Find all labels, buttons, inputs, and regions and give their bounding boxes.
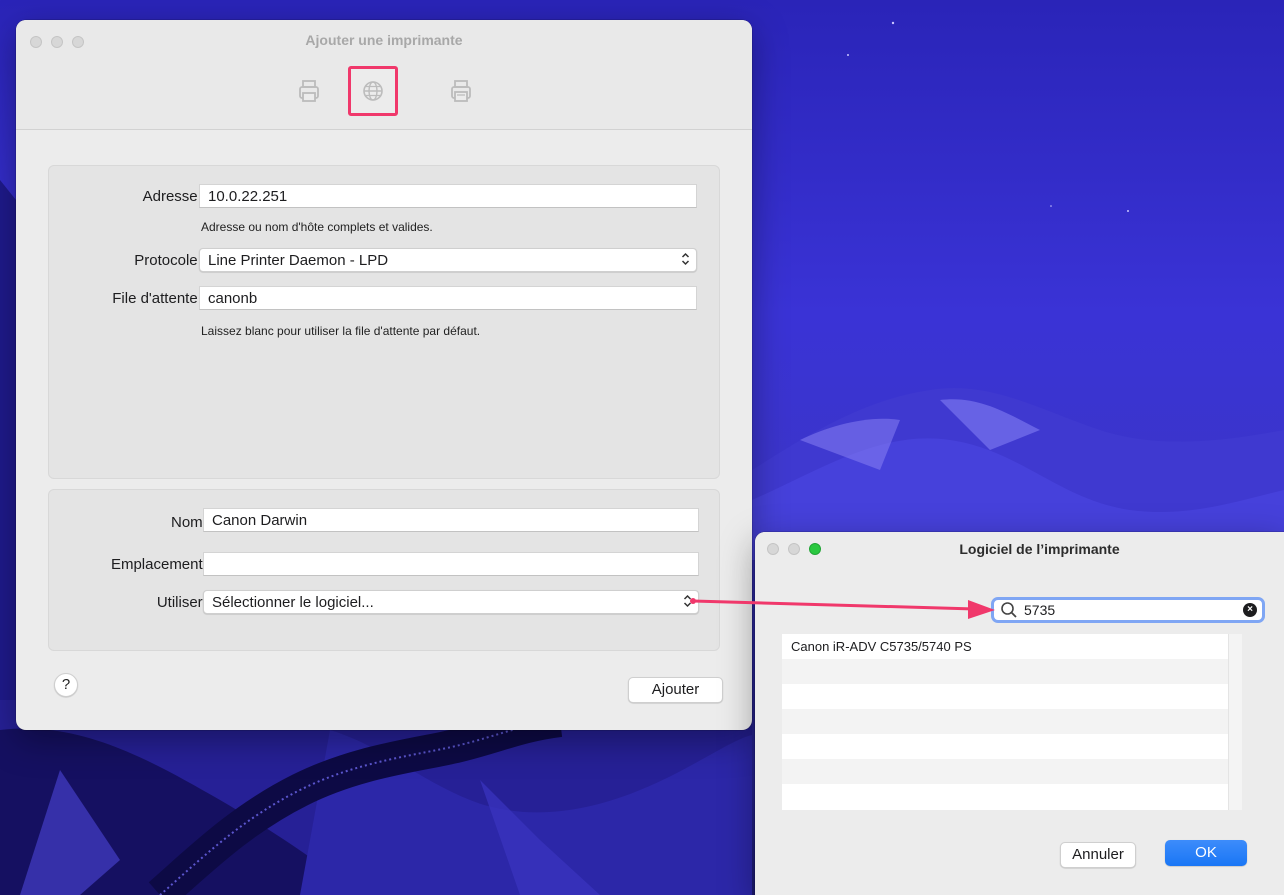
protocol-label: Protocole : <box>134 252 206 269</box>
globe-icon <box>363 81 383 101</box>
protocol-popup[interactable]: Line Printer Daemon - LPD <box>199 248 697 272</box>
queue-hint: Laissez blanc pour utiliser la file d'at… <box>201 324 481 338</box>
printer-software-window: Logiciel de l’imprimante 5735 × Canon iR… <box>755 532 1284 895</box>
search-field[interactable]: 5735 × <box>991 597 1265 623</box>
list-item[interactable] <box>782 684 1242 709</box>
windows-printer-icon <box>451 80 471 102</box>
window-title: Logiciel de l’imprimante <box>959 541 1120 557</box>
address-field[interactable]: 10.0.22.251 <box>199 184 697 208</box>
close-button[interactable] <box>767 543 779 555</box>
ip-printer-tab[interactable] <box>348 66 398 116</box>
list-item[interactable] <box>782 759 1242 784</box>
queue-field[interactable]: canonb <box>199 286 697 310</box>
chevron-updown-icon <box>683 594 692 608</box>
connection-panel: Adresse : 10.0.22.251 Adresse ou nom d'h… <box>48 165 720 479</box>
use-driver-value: Sélectionner le logiciel... <box>212 594 374 611</box>
list-item[interactable] <box>782 734 1242 759</box>
software-list: Canon iR-ADV C5735/5740 PS <box>782 634 1242 810</box>
list-item[interactable] <box>782 659 1242 684</box>
location-field[interactable] <box>203 552 699 576</box>
chevron-updown-icon <box>681 252 690 266</box>
search-value: 5735 <box>1024 602 1056 618</box>
list-scrollbar[interactable] <box>1228 634 1242 810</box>
help-button[interactable]: ? <box>54 673 78 697</box>
location-label: Emplacement : <box>110 556 211 573</box>
list-item[interactable] <box>782 784 1242 809</box>
ok-button[interactable]: OK <box>1165 840 1247 866</box>
add-printer-window: Ajouter une imprimante Adresse: 10.0.22… <box>16 20 752 730</box>
add-button[interactable]: Ajouter <box>628 677 723 703</box>
clear-search-icon[interactable]: × <box>1243 603 1257 617</box>
printer-icon <box>299 80 319 102</box>
use-driver-popup[interactable]: Sélectionner le logiciel... <box>203 590 699 614</box>
window-titlebar: Logiciel de l’imprimante <box>755 532 1284 568</box>
window-title: Ajouter une imprimante <box>305 32 463 48</box>
printer-info-panel: Nom : Canon Darwin Emplacement : Utilise… <box>48 489 720 651</box>
window-titlebar: Ajouter une imprimante <box>16 20 752 130</box>
list-item[interactable] <box>782 709 1242 734</box>
printer-type-toolbar <box>16 58 752 120</box>
protocol-value: Line Printer Daemon - LPD <box>208 252 389 269</box>
cancel-button[interactable]: Annuler <box>1060 842 1136 868</box>
default-printer-tab[interactable] <box>284 66 334 116</box>
address-hint: Adresse ou nom d'hôte complets et valide… <box>201 220 433 234</box>
list-item[interactable]: Canon iR-ADV C5735/5740 PS <box>782 634 1242 659</box>
windows-printer-tab[interactable] <box>436 66 486 116</box>
name-field[interactable]: Canon Darwin <box>203 508 699 532</box>
queue-label: File d'attente : <box>112 290 206 307</box>
address-label: Adresse : <box>142 188 206 205</box>
search-icon <box>1001 602 1017 618</box>
